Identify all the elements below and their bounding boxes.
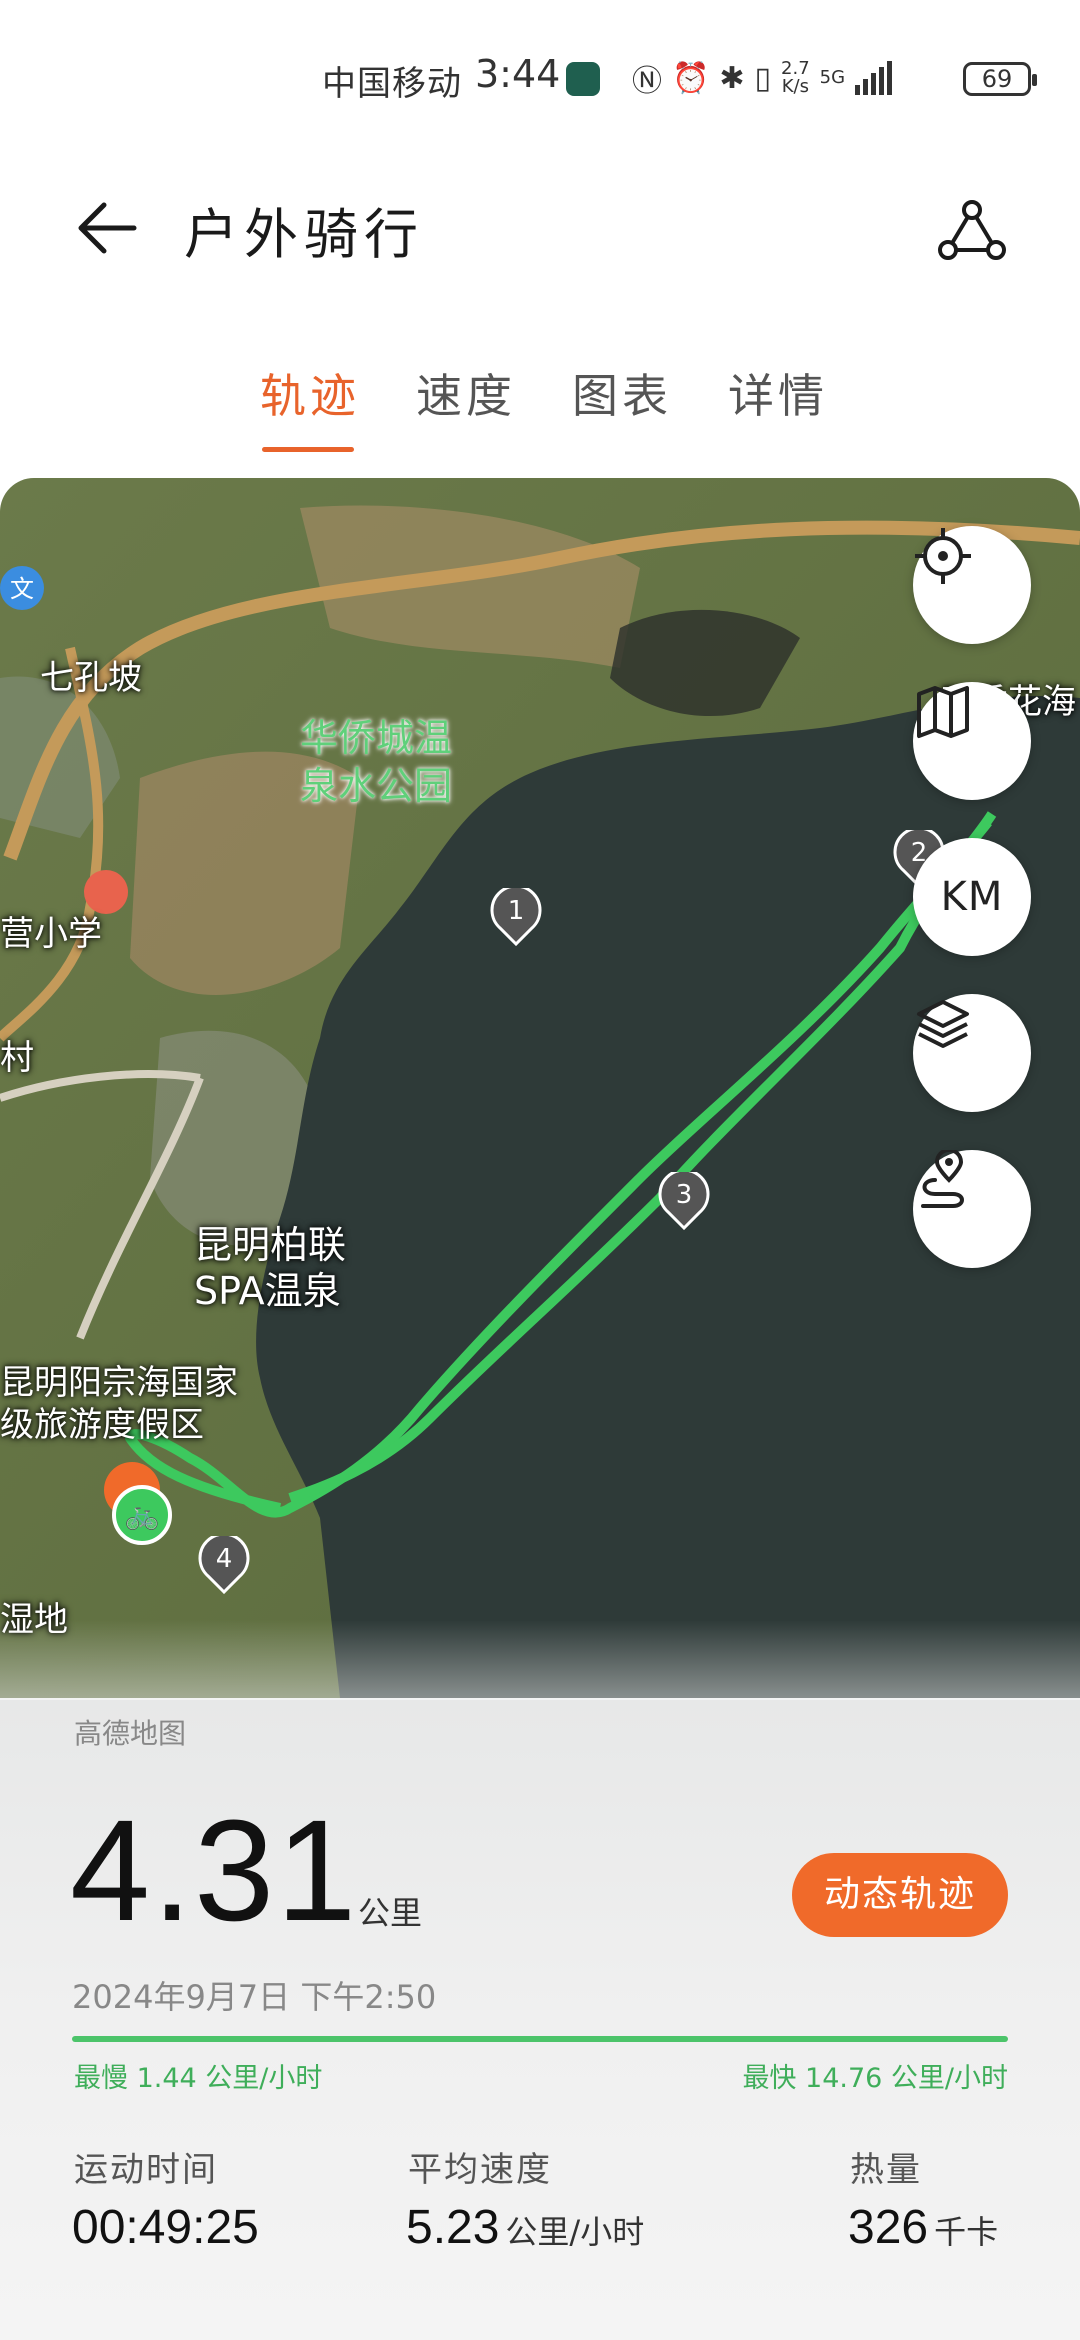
nfc-icon: Ⓝ — [632, 64, 662, 99]
bluetooth-icon: ✱ — [719, 60, 745, 96]
map-provider: 高德地图 — [74, 1717, 187, 1750]
avg-speed: 5.23 公里/小时 — [406, 2200, 644, 2255]
calories: 326 千卡 — [848, 2200, 998, 2255]
slowest-speed: 最慢 1.44 公里/小时 — [74, 2063, 323, 2094]
avg-speed-value: 5.23 — [406, 2201, 500, 2254]
alarm-icon: ⏰ — [672, 60, 710, 96]
fastest-speed: 最快 14.76 公里/小时 — [742, 2063, 1008, 2094]
system-icons: Ⓝ ⏰ ✱ ▯ 2.7 K/s 5G — [632, 58, 893, 99]
tab-details[interactable]: 详情 — [728, 360, 828, 452]
network-type: 5G — [819, 67, 846, 88]
tab-speed[interactable]: 速度 — [416, 360, 516, 452]
avg-speed-label: 平均速度 — [408, 2150, 552, 2190]
battery-icon: 69 — [963, 62, 1037, 96]
location-route-icon — [921, 1150, 964, 1208]
layers-icon — [917, 1000, 969, 1048]
duration-value: 00:49:25 — [72, 2201, 259, 2254]
status-time: 3:44 — [475, 52, 561, 96]
km-marker-4[interactable]: 4 — [198, 1536, 250, 1594]
tab-chart[interactable]: 图表 — [572, 360, 672, 452]
layers-button[interactable] — [913, 994, 1031, 1112]
dynamic-track-button[interactable]: 动态轨迹 — [792, 1853, 1008, 1937]
speed-range-bar — [72, 2036, 1008, 2042]
map-label-park: 华侨城温 泉水公园 — [300, 716, 453, 808]
satellite-map: 文 🚲 — [0, 478, 1080, 1698]
map-label-resort: 昆明阳宗海国家 级旅游度假区 — [0, 1363, 238, 1445]
tab-bar: 轨迹 速度 图表 详情 — [260, 360, 828, 452]
vibrate-icon: ▯ — [754, 60, 772, 96]
distance-value: 4.31 — [70, 1790, 359, 1951]
signal-icon — [855, 61, 893, 95]
route-replay-button[interactable] — [913, 1150, 1031, 1268]
km-marker-3[interactable]: 3 — [658, 1172, 710, 1230]
duration-label: 运动时间 — [74, 2150, 218, 2190]
network-speed: 2.7 K/s — [781, 58, 810, 97]
carrier-name: 中国移动 — [322, 64, 462, 104]
avg-speed-unit: 公里/小时 — [505, 2213, 645, 2251]
svg-text:文: 文 — [10, 575, 34, 603]
app-notification-icon — [566, 62, 600, 96]
map-label-spa: 昆明柏联 SPA温泉 — [194, 1223, 347, 1313]
map-label-edge: 村 — [0, 1038, 34, 1078]
km-label: KM — [940, 874, 1004, 920]
arrow-left-icon — [78, 202, 137, 254]
map-icon — [917, 686, 969, 738]
distance-unit: 公里 — [358, 1894, 423, 1932]
svg-text:🚲: 🚲 — [125, 1498, 160, 1531]
back-button[interactable] — [72, 192, 144, 264]
map-style-button[interactable] — [913, 682, 1031, 800]
route-nodes-icon — [938, 200, 1006, 260]
calories-label: 热量 — [850, 2150, 922, 2190]
km-marker-1[interactable]: 1 — [490, 888, 542, 946]
activity-datetime: 2024年9月7日 下午2:50 — [72, 1978, 437, 2016]
map-label-school: 营小学 — [0, 914, 102, 954]
status-bar: 中国移动 3:44 Ⓝ ⏰ ✱ ▯ 2.7 K/s 5G 69 — [0, 0, 1080, 150]
route-share-button[interactable] — [932, 190, 1012, 270]
calories-value: 326 — [848, 2201, 929, 2254]
locate-button[interactable] — [913, 526, 1031, 644]
km-toggle-button[interactable]: KM — [913, 838, 1031, 956]
crosshair-icon — [915, 528, 971, 584]
route-map[interactable]: 文 🚲 1 2 3 4 七孔坡 华侨城温 泉水公园 营小学 村 昆明柏联 SPA… — [0, 478, 1080, 1698]
calories-unit: 千卡 — [934, 2213, 999, 2251]
page-title: 户外骑行 — [184, 203, 424, 266]
map-label-qikongpo: 七孔坡 — [40, 658, 142, 698]
tab-track[interactable]: 轨迹 — [260, 360, 360, 452]
